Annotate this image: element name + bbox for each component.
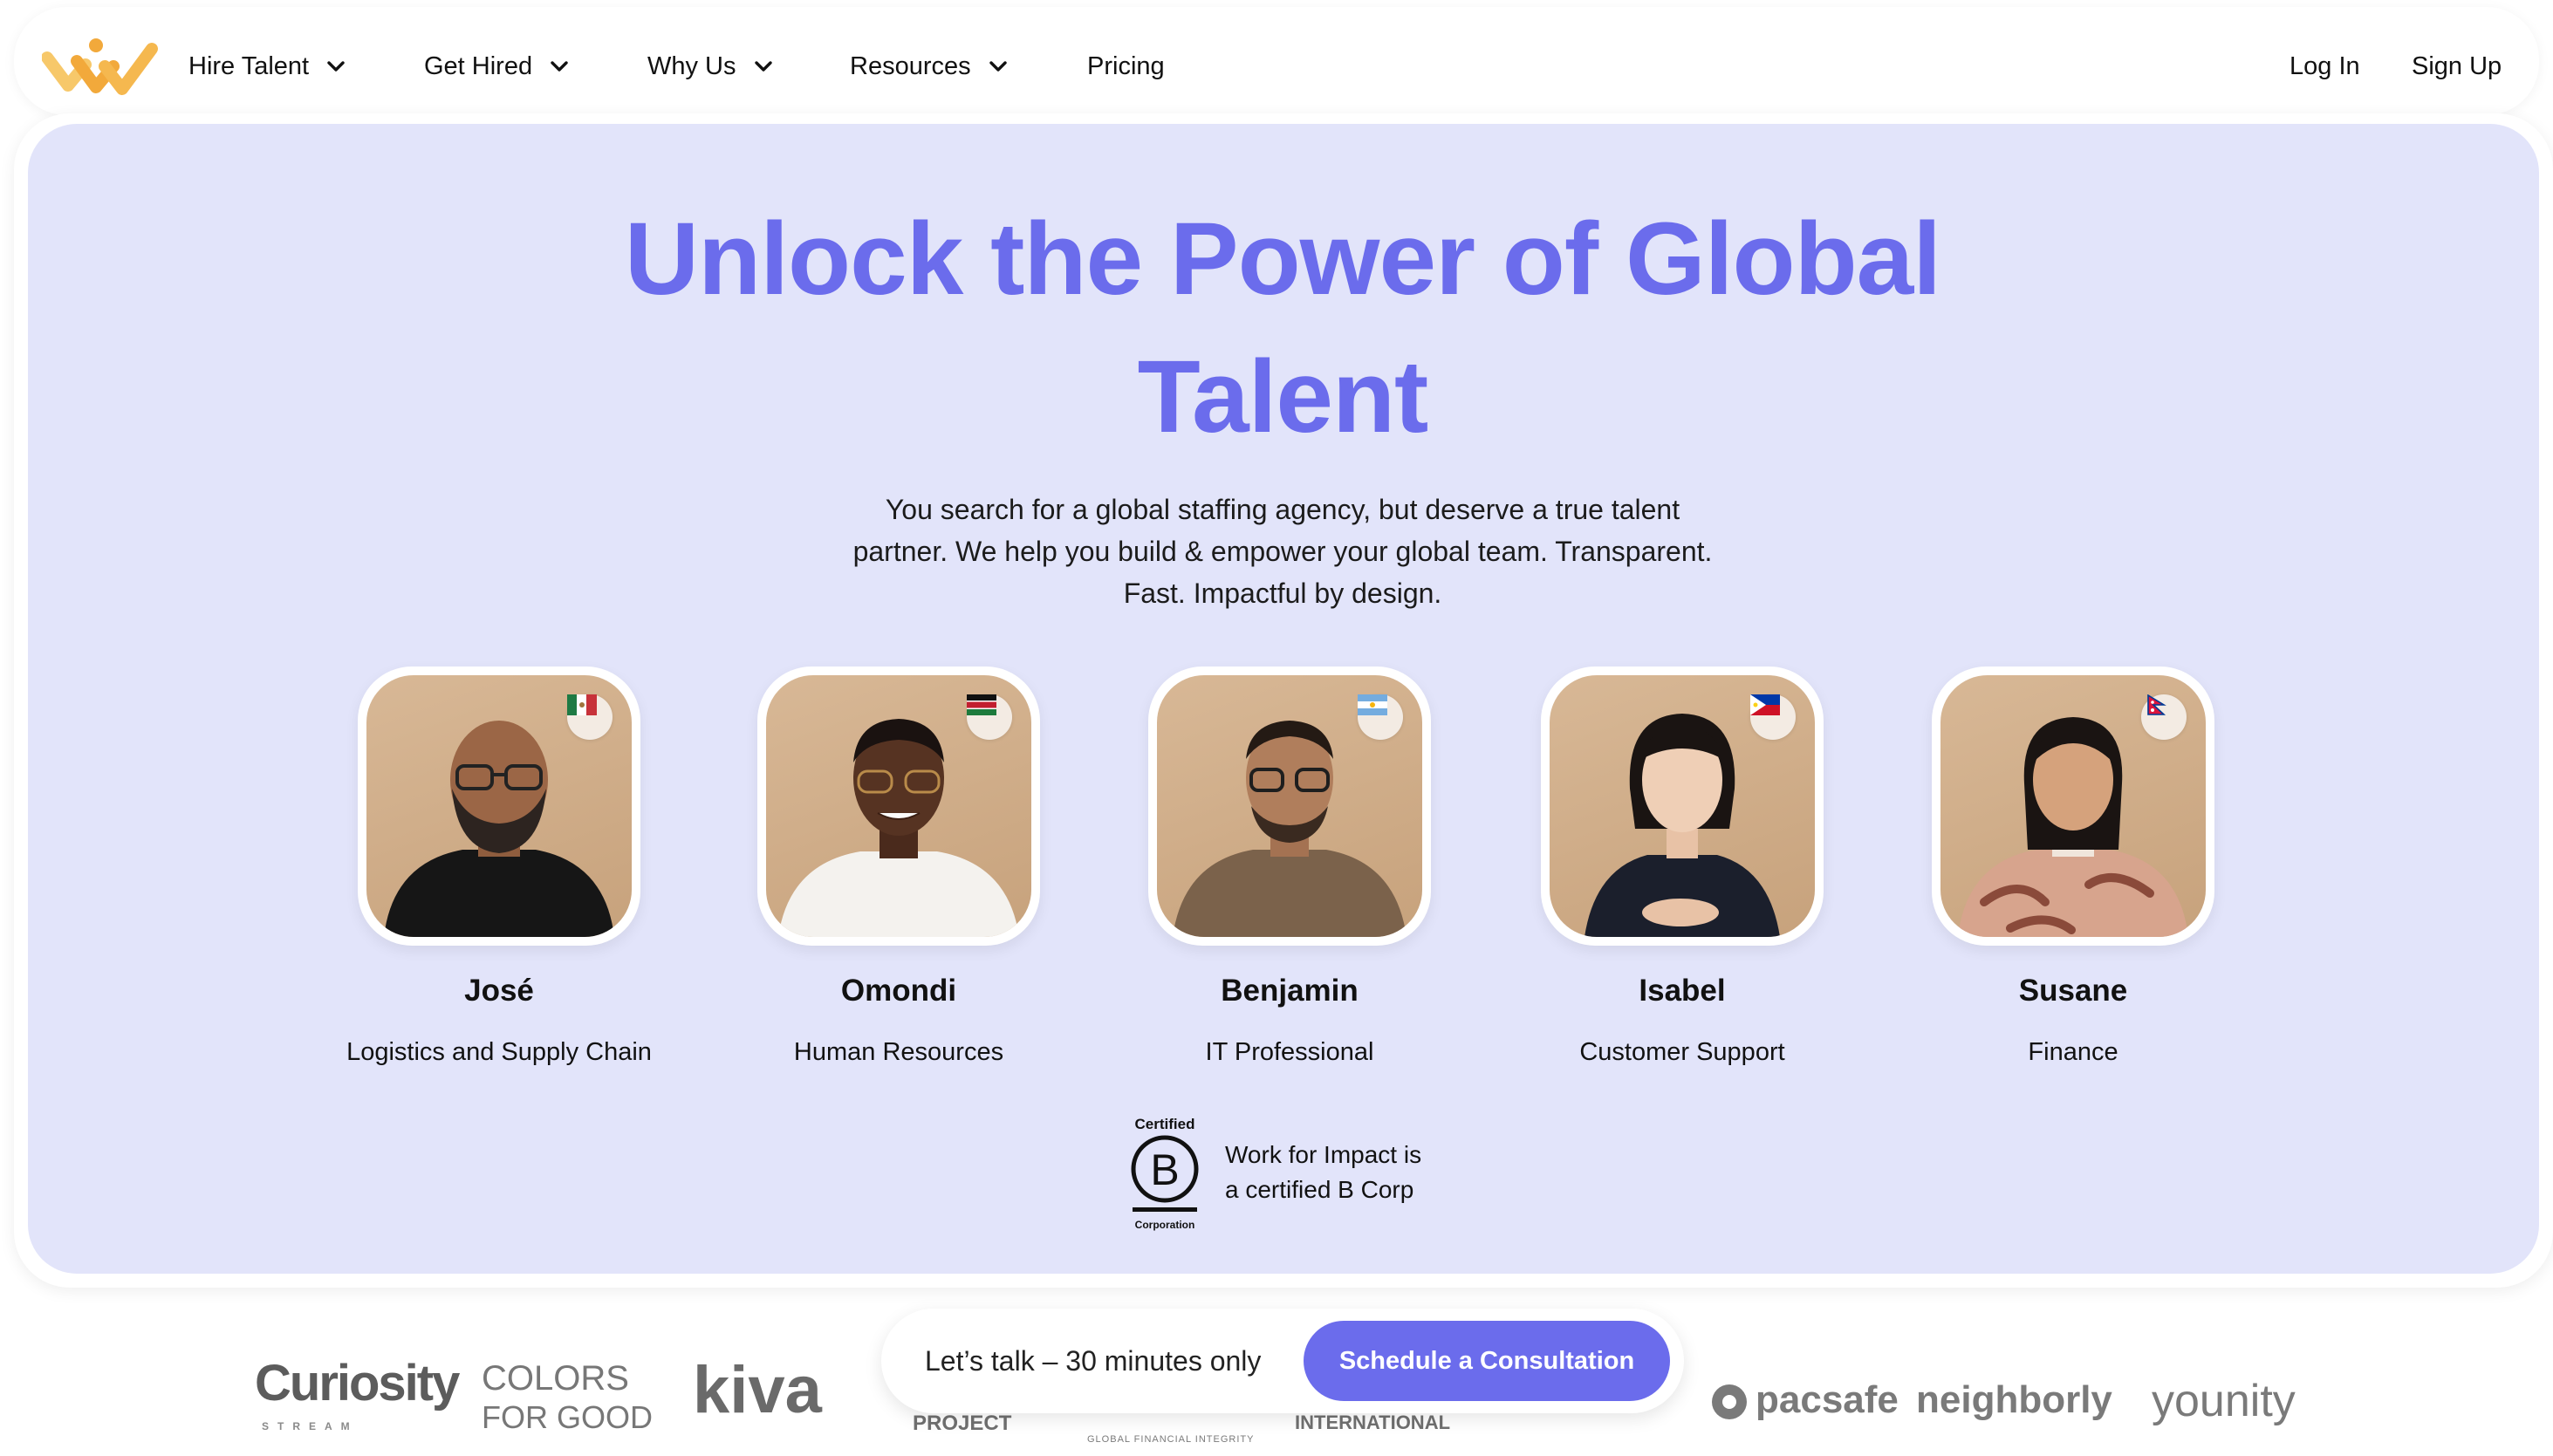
partner-logo-kiva: kiva [693, 1353, 822, 1427]
talent-photo [1157, 675, 1422, 937]
talent-name: José [464, 974, 534, 1008]
nav-hire-talent-label: Hire Talent [188, 51, 310, 80]
talent-photo-frame [358, 666, 640, 946]
talent-role: Customer Support [1579, 1038, 1785, 1066]
nav-pricing[interactable]: Pricing [1087, 49, 1165, 84]
pacsafe-mark-icon [1712, 1384, 1747, 1420]
talent-photo [1940, 675, 2206, 937]
talent-photo [766, 675, 1031, 937]
nav-get-hired-label: Get Hired [424, 51, 533, 80]
b-corp-badge-top: Certified [1135, 1116, 1195, 1132]
hero-title-line-2: Talent [1137, 339, 1429, 455]
talent-name: Susane [2018, 974, 2128, 1008]
top-navigation: Hire Talent Get Hired Why Us Resources P… [14, 7, 2539, 115]
chevron-down-icon [327, 61, 345, 72]
hero-title-line-1: Unlock the Power of Global [624, 202, 1941, 317]
nav-hire-talent[interactable]: Hire Talent [188, 49, 349, 84]
partner-logo-global-financial-integrity: GLOBAL FINANCIAL INTEGRITY [1087, 1434, 1255, 1445]
talent-photo [366, 675, 632, 937]
talent-photo-frame [1148, 666, 1431, 946]
talent-name: Omondi [840, 974, 957, 1008]
chevron-down-icon [989, 61, 1007, 72]
partner-logo-neighborly: neighborly [1916, 1378, 2112, 1421]
hero-subtitle-line-1: You search for a global staffing agency,… [885, 494, 1680, 525]
talent-role: Finance [2028, 1038, 2118, 1066]
nav-why-us[interactable]: Why Us [647, 49, 777, 84]
nav-why-us-label: Why Us [647, 51, 736, 80]
talent-photo [1550, 675, 1815, 937]
partner-logo-pacsafe-name: pacsafe [1756, 1378, 1899, 1421]
consultation-cta-bar: Let’s talk – 30 minutes only Schedule a … [881, 1309, 1684, 1413]
chevron-down-icon [551, 61, 568, 72]
talent-name: Isabel [1639, 974, 1726, 1008]
talent-role: Logistics and Supply Chain [346, 1038, 652, 1066]
argentina-flag-icon [1358, 694, 1403, 740]
talent-photo-frame [757, 666, 1040, 946]
partner-logo-curiosity-name: Curiosity [255, 1355, 460, 1412]
b-corp-certified-badge-icon: Certified B Corporation [1131, 1116, 1199, 1231]
nav-get-hired[interactable]: Get Hired [424, 49, 572, 84]
chevron-down-icon [754, 61, 772, 72]
signup-link[interactable]: Sign Up [2412, 49, 2502, 84]
kenya-flag-icon [967, 694, 1012, 740]
b-corp-text-line-2: a certified B Corp [1225, 1176, 1414, 1203]
talent-role: Human Resources [793, 1038, 1004, 1066]
login-link[interactable]: Log In [2289, 49, 2360, 84]
hero-title: Unlock the Power of Global Talent [0, 190, 2553, 466]
work-for-impact-logo-icon[interactable] [42, 31, 161, 101]
partner-logo-pacsafe: pacsafe [1710, 1378, 1899, 1422]
nav-pricing-label: Pricing [1087, 51, 1165, 80]
mexico-flag-icon [567, 694, 613, 740]
nepal-flag-icon [2141, 694, 2187, 740]
b-corp-statement: Work for Impact is a certified B Corp [1225, 1138, 1487, 1207]
partner-logo-for-good: FOR GOOD [482, 1399, 653, 1435]
talent-role: IT Professional [1205, 1038, 1374, 1066]
talent-photo-frame [1932, 666, 2214, 946]
signup-label: Sign Up [2412, 51, 2502, 80]
talent-photo-frame [1541, 666, 1824, 946]
schedule-consultation-button[interactable]: Schedule a Consultation [1304, 1321, 1670, 1401]
partner-logo-younity: younity [2152, 1376, 2296, 1426]
login-label: Log In [2289, 51, 2360, 80]
partner-logo-colors: COLORS [482, 1359, 629, 1398]
hero-subtitle: You search for a global staffing agency,… [820, 489, 1745, 614]
b-corp-text-line-1: Work for Impact is [1225, 1141, 1422, 1168]
nav-resources-label: Resources [850, 51, 971, 80]
nav-resources[interactable]: Resources [850, 49, 1011, 84]
partner-logo-curiosity: Curiosity [255, 1354, 460, 1412]
philippines-flag-icon [1750, 694, 1796, 740]
partner-logo-project: PROJECT [913, 1412, 1012, 1435]
partner-logo-curiosity-tag: STREAM [262, 1420, 359, 1432]
hero-subtitle-line-3: Fast. Impactful by design. [1123, 578, 1442, 609]
schedule-consultation-label: Schedule a Consultation [1338, 1346, 1635, 1375]
b-corp-badge-bottom: Corporation [1135, 1219, 1195, 1231]
partner-logo-international: INTERNATIONAL [1295, 1412, 1451, 1433]
cta-text: Let’s talk – 30 minutes only [925, 1345, 1262, 1377]
b-corp-badge-letter: B [1150, 1145, 1179, 1194]
talent-name: Benjamin [1221, 974, 1359, 1008]
hero-subtitle-line-2: partner. We help you build & empower you… [852, 536, 1713, 567]
